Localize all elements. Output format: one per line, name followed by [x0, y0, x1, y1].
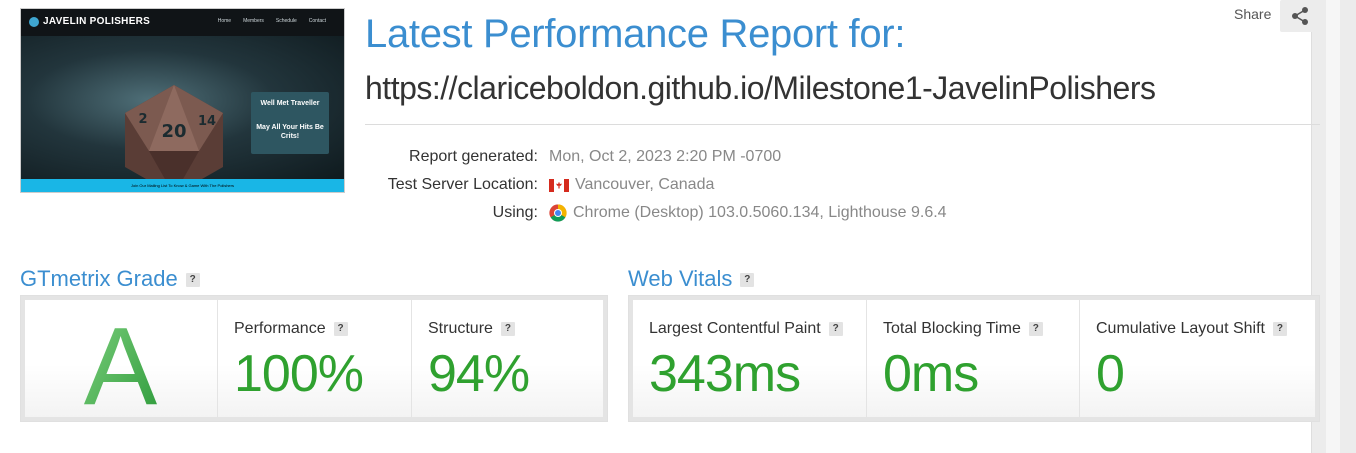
lcp-label-text: Largest Contentful Paint [649, 320, 821, 337]
report-title: Latest Performance Report for: [365, 12, 906, 56]
test-server-location-text: Vancouver, Canada [575, 176, 715, 193]
d20-dice-image: 20 2 14 [125, 85, 223, 192]
performance-label-text: Performance [234, 320, 326, 337]
thumbnail-navbar: JAVELIN POLISHERS Home Members Schedule … [21, 9, 344, 36]
web-vitals-panel: Largest Contentful Paint? 343ms Total Bl… [628, 295, 1320, 422]
canada-flag-icon [549, 178, 569, 192]
help-icon[interactable]: ? [500, 321, 515, 336]
share-icon [1292, 7, 1308, 25]
tbt-label: Total Blocking Time? [883, 320, 1043, 338]
structure-label-text: Structure [428, 320, 493, 337]
using-value: Chrome (Desktop) 103.0.5060.134, Lightho… [549, 204, 947, 222]
using-label: Using: [492, 204, 538, 221]
cls-value: 0 [1096, 345, 1125, 403]
cls-label: Cumulative Layout Shift? [1096, 320, 1287, 338]
site-screenshot-thumbnail: JAVELIN POLISHERS Home Members Schedule … [20, 8, 345, 193]
using-text: Chrome (Desktop) 103.0.5060.134, Lightho… [573, 204, 947, 221]
help-icon[interactable]: ? [1028, 321, 1043, 336]
thumbnail-nav-item: Home [217, 18, 232, 24]
thumbnail-hero: 20 2 14 Well Met Traveller May All Your … [21, 36, 344, 192]
thumbnail-footer: Join Our Mailing List To Know & Game Wit… [21, 179, 344, 192]
cls-cell: Cumulative Layout Shift? 0 [1080, 300, 1315, 417]
cls-label-text: Cumulative Layout Shift [1096, 320, 1265, 337]
help-icon[interactable]: ? [740, 273, 755, 288]
report-generated-text: Mon, Oct 2, 2023 2:20 PM -0700 [549, 148, 782, 165]
help-icon[interactable]: ? [828, 321, 843, 336]
svg-text:20: 20 [161, 121, 186, 142]
header-divider [365, 124, 1320, 125]
thumbnail-nav-item: Members [243, 18, 264, 24]
svg-text:2: 2 [138, 112, 147, 127]
lcp-cell: Largest Contentful Paint? 343ms [633, 300, 867, 417]
chrome-icon [549, 204, 567, 222]
performance-value: 100% [234, 345, 364, 403]
report-url: https://clariceboldon.github.io/Mileston… [365, 70, 1156, 106]
report-generated-label: Report generated: [409, 148, 538, 165]
gtmetrix-grade-heading: GTmetrix Grade? [20, 266, 200, 292]
share-label[interactable]: Share [1234, 6, 1271, 22]
help-icon[interactable]: ? [333, 321, 348, 336]
lcp-value: 343ms [649, 345, 801, 403]
thumbnail-welcome-card: Well Met Traveller May All Your Hits Be … [251, 92, 329, 154]
thumbnail-hero-line1: Well Met Traveller [260, 100, 320, 107]
grade-cell: A [25, 300, 218, 417]
performance-cell: Performance? 100% [218, 300, 412, 417]
svg-text:14: 14 [198, 114, 216, 129]
lcp-label: Largest Contentful Paint? [649, 320, 843, 338]
structure-value: 94% [428, 345, 530, 403]
share-button[interactable] [1280, 0, 1320, 32]
test-server-location-label: Test Server Location: [387, 176, 538, 193]
web-vitals-heading: Web Vitals? [628, 266, 755, 292]
gtmetrix-grade-title: GTmetrix Grade [20, 266, 178, 291]
grade-text: A [84, 305, 158, 417]
help-icon[interactable]: ? [1272, 321, 1287, 336]
tbt-label-text: Total Blocking Time [883, 320, 1021, 337]
thumbnail-nav-item: Contact [308, 18, 326, 24]
thumbnail-hero-line2: May All Your Hits Be Crits! [256, 124, 324, 140]
grade-letter: A [84, 305, 158, 417]
help-icon[interactable]: ? [185, 273, 200, 288]
structure-cell: Structure? 94% [412, 300, 603, 417]
performance-label: Performance? [234, 320, 348, 338]
tbt-cell: Total Blocking Time? 0ms [867, 300, 1080, 417]
gtmetrix-grade-panel: A Performance? 100% Structure? 94% [20, 295, 608, 422]
scrollbar-track[interactable] [1326, 0, 1340, 453]
test-server-location-value: Vancouver, Canada [549, 176, 714, 194]
thumbnail-brand: JAVELIN POLISHERS [43, 16, 151, 27]
thumbnail-logo-icon [29, 17, 39, 27]
thumbnail-menu: Home Members Schedule Contact [218, 18, 326, 24]
structure-label: Structure? [428, 320, 515, 338]
web-vitals-title: Web Vitals [628, 266, 733, 291]
thumbnail-nav-item: Schedule [275, 18, 297, 24]
report-generated-value: Mon, Oct 2, 2023 2:20 PM -0700 [549, 148, 781, 166]
tbt-value: 0ms [883, 345, 979, 403]
